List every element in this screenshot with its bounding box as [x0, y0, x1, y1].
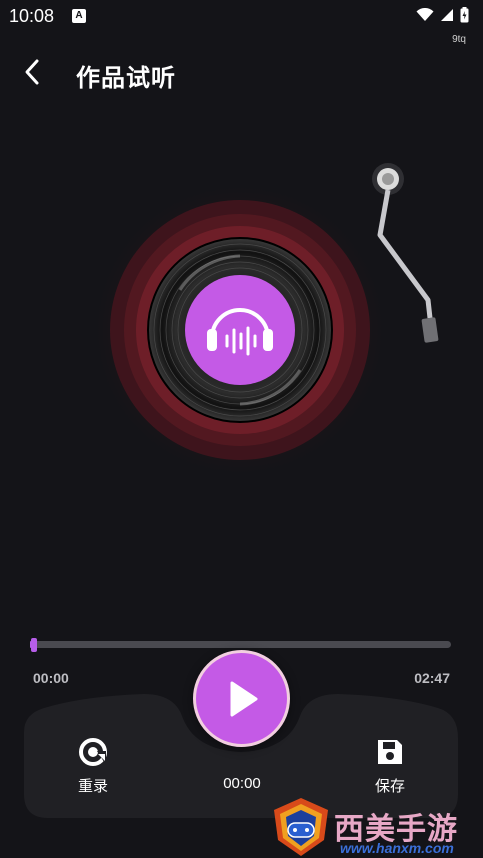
rerecord-button[interactable]: 重录	[68, 737, 118, 797]
signal-icon	[441, 9, 453, 21]
battery-icon	[460, 7, 469, 23]
back-button[interactable]	[14, 54, 50, 90]
elapsed-time: 00:00	[33, 670, 69, 686]
header: 作品试听	[0, 50, 483, 94]
tonearm	[350, 160, 450, 350]
watermark-logo-icon	[274, 798, 328, 856]
wifi-icon	[416, 8, 434, 21]
page-title: 作品试听	[76, 65, 176, 92]
status-bar: 10:08 A 9tq	[0, 0, 483, 45]
vinyl-disc	[90, 180, 390, 480]
save-icon	[378, 740, 402, 764]
play-button[interactable]	[193, 650, 290, 747]
progress-track	[30, 641, 451, 648]
status-sub-label: 9tq	[452, 34, 466, 45]
save-button[interactable]: 保存	[365, 737, 415, 797]
rerecord-icon	[79, 738, 107, 766]
watermark-url: www.hanxm.com	[340, 840, 454, 856]
tonearm-graphic	[372, 163, 439, 343]
duration-time: 02:47	[414, 670, 450, 686]
save-label: 保存	[374, 778, 405, 795]
status-icons	[416, 7, 469, 23]
notification-icon: A	[72, 9, 86, 23]
progress-thumb[interactable]	[31, 638, 38, 652]
current-time: 00:00	[223, 775, 261, 792]
chevron-left-icon	[25, 59, 39, 85]
watermark: 西美手游网 www.hanxm.com	[270, 796, 483, 858]
play-icon	[230, 681, 257, 716]
vinyl-disc-graphic	[90, 180, 390, 480]
disc-label	[185, 275, 295, 385]
status-time: 10:08	[9, 6, 55, 26]
rerecord-label: 重录	[77, 778, 108, 795]
